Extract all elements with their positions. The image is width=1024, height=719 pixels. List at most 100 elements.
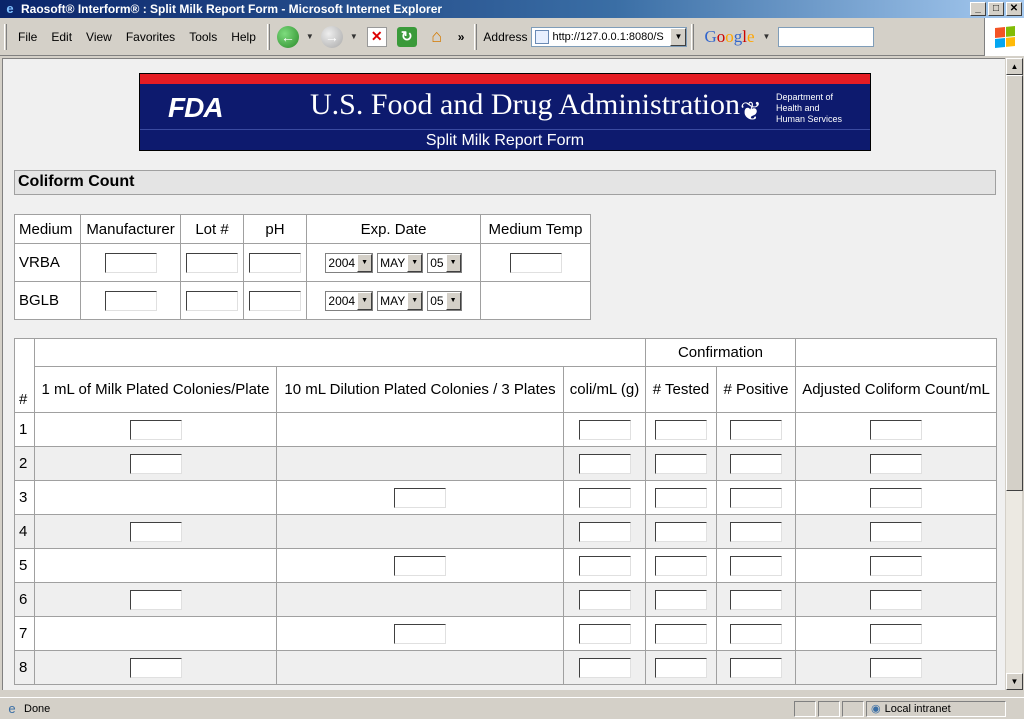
milk-plated-input[interactable] — [129, 453, 182, 474]
tested-input[interactable] — [655, 555, 707, 576]
tested-input[interactable] — [655, 419, 707, 440]
adjusted-count-input[interactable] — [870, 453, 922, 474]
coli-per-ml-input[interactable] — [578, 487, 631, 508]
dilution-plated-input[interactable] — [394, 623, 446, 644]
menu-favorites[interactable]: Favorites — [119, 30, 182, 44]
month-select[interactable]: MAY ▼ — [377, 252, 424, 273]
address-input[interactable]: http://127.0.0.1:8080/S — [552, 31, 670, 43]
adjusted-count-input[interactable] — [870, 555, 922, 576]
adjusted-count-input[interactable] — [870, 419, 922, 440]
dilution-plated-input[interactable] — [394, 555, 446, 576]
dropdown-arrow-icon[interactable]: ▼ — [357, 291, 373, 310]
toolbar-grip[interactable] — [691, 23, 695, 50]
manufacturer-input[interactable] — [104, 290, 157, 311]
milk-plated-input[interactable] — [129, 589, 182, 610]
dropdown-arrow-icon[interactable]: ▼ — [407, 253, 423, 272]
medium-name: BGLB — [14, 281, 81, 320]
dropdown-arrow-icon[interactable]: ▼ — [445, 291, 461, 310]
manufacturer-input[interactable] — [104, 252, 157, 273]
adjusted-count-input[interactable] — [870, 521, 922, 542]
refresh-icon[interactable]: ↻ — [396, 26, 417, 47]
tested-cell — [645, 616, 717, 651]
positive-input[interactable] — [730, 487, 782, 508]
dropdown-arrow-icon[interactable]: ▼ — [357, 253, 373, 272]
scroll-up-icon[interactable]: ▲ — [1006, 58, 1023, 75]
menu-tools[interactable]: Tools — [182, 30, 224, 44]
coli-per-ml-input[interactable] — [578, 589, 631, 610]
scroll-thumb[interactable] — [1006, 75, 1023, 491]
adjusted-count-input[interactable] — [870, 657, 922, 678]
positive-input[interactable] — [730, 419, 782, 440]
google-toolbar-logo[interactable]: Google — [704, 27, 754, 47]
toolbar-overflow-icon[interactable]: » — [458, 30, 465, 44]
milk-plated-input[interactable] — [129, 657, 182, 678]
positive-input[interactable] — [730, 555, 782, 576]
row-number: 2 — [14, 446, 35, 481]
address-bar[interactable]: http://127.0.0.1:8080/S ▼ — [531, 26, 688, 47]
ph-input[interactable] — [249, 252, 301, 273]
menu-edit[interactable]: Edit — [44, 30, 79, 44]
milk-plated-input[interactable] — [129, 521, 182, 542]
menu-view[interactable]: View — [79, 30, 119, 44]
year-select[interactable]: 2004 ▼ — [325, 290, 374, 311]
coli-per-ml-input[interactable] — [578, 521, 631, 542]
positive-input[interactable] — [730, 453, 782, 474]
coli-per-ml-input[interactable] — [578, 623, 631, 644]
toolbar-grip[interactable] — [4, 23, 7, 50]
tested-input[interactable] — [655, 589, 707, 610]
toolbar-grip[interactable] — [266, 23, 270, 50]
coli-per-ml-input[interactable] — [578, 453, 631, 474]
positive-input[interactable] — [730, 623, 782, 644]
hhs-eagle-icon: ❦ — [740, 96, 762, 126]
maximize-button[interactable]: □ — [988, 2, 1004, 16]
google-search-input[interactable] — [778, 26, 875, 47]
media-table-header: Medium Manufacturer Lot # pH Exp. Date M… — [14, 214, 591, 244]
address-dropdown-icon[interactable]: ▼ — [670, 27, 687, 46]
forward-dropdown-icon[interactable]: ▼ — [350, 32, 358, 41]
milk-plated-input[interactable] — [129, 419, 182, 440]
lot-input[interactable] — [186, 252, 238, 273]
table-row: 4 — [14, 514, 997, 549]
vertical-scrollbar[interactable]: ▲ ▼ — [1005, 58, 1023, 690]
month-select[interactable]: MAY ▼ — [377, 290, 424, 311]
minimize-button[interactable]: _ — [970, 2, 986, 16]
back-dropdown-icon[interactable]: ▼ — [306, 32, 314, 41]
positive-input[interactable] — [730, 589, 782, 610]
toolbar-grip[interactable] — [474, 23, 478, 50]
status-cell — [818, 700, 840, 717]
close-button[interactable]: ✕ — [1006, 2, 1022, 16]
home-icon[interactable]: ⌂ — [427, 26, 447, 47]
medium-temp-input[interactable] — [509, 252, 562, 273]
forward-arrow-icon[interactable]: → — [320, 25, 343, 48]
back-arrow-icon[interactable]: ← — [276, 25, 299, 48]
tested-input[interactable] — [655, 623, 707, 644]
dropdown-arrow-icon[interactable]: ▼ — [445, 253, 461, 272]
tested-input[interactable] — [655, 657, 707, 678]
lot-input[interactable] — [186, 290, 238, 311]
adjusted-count-input[interactable] — [870, 589, 922, 610]
tested-input[interactable] — [655, 487, 707, 508]
dilution-plated-input[interactable] — [394, 487, 446, 508]
coli-per-ml-input[interactable] — [578, 657, 631, 678]
tested-input[interactable] — [655, 521, 707, 542]
tested-cell — [645, 548, 717, 583]
google-dropdown-icon[interactable]: ▼ — [763, 32, 771, 41]
dropdown-arrow-icon[interactable]: ▼ — [407, 291, 423, 310]
adjusted-count-input[interactable] — [870, 623, 922, 644]
positive-input[interactable] — [730, 657, 782, 678]
day-select[interactable]: 05 ▼ — [427, 290, 462, 311]
positive-input[interactable] — [730, 521, 782, 542]
year-select[interactable]: 2004 ▼ — [325, 252, 374, 273]
ph-input[interactable] — [249, 290, 301, 311]
day-select[interactable]: 05 ▼ — [427, 252, 462, 273]
tested-input[interactable] — [655, 453, 707, 474]
coli-per-ml-input[interactable] — [578, 419, 631, 440]
menu-help[interactable]: Help — [224, 30, 263, 44]
menu-file[interactable]: File — [11, 30, 44, 44]
stop-icon[interactable]: ✕ — [366, 26, 387, 47]
scroll-down-icon[interactable]: ▼ — [1006, 673, 1023, 690]
coli-per-ml-input[interactable] — [578, 555, 631, 576]
adjusted-count-input[interactable] — [870, 487, 922, 508]
media-row: BGLB 2004 ▼ MAY ▼ 05 ▼ — [14, 281, 591, 320]
tested-cell — [645, 514, 717, 549]
